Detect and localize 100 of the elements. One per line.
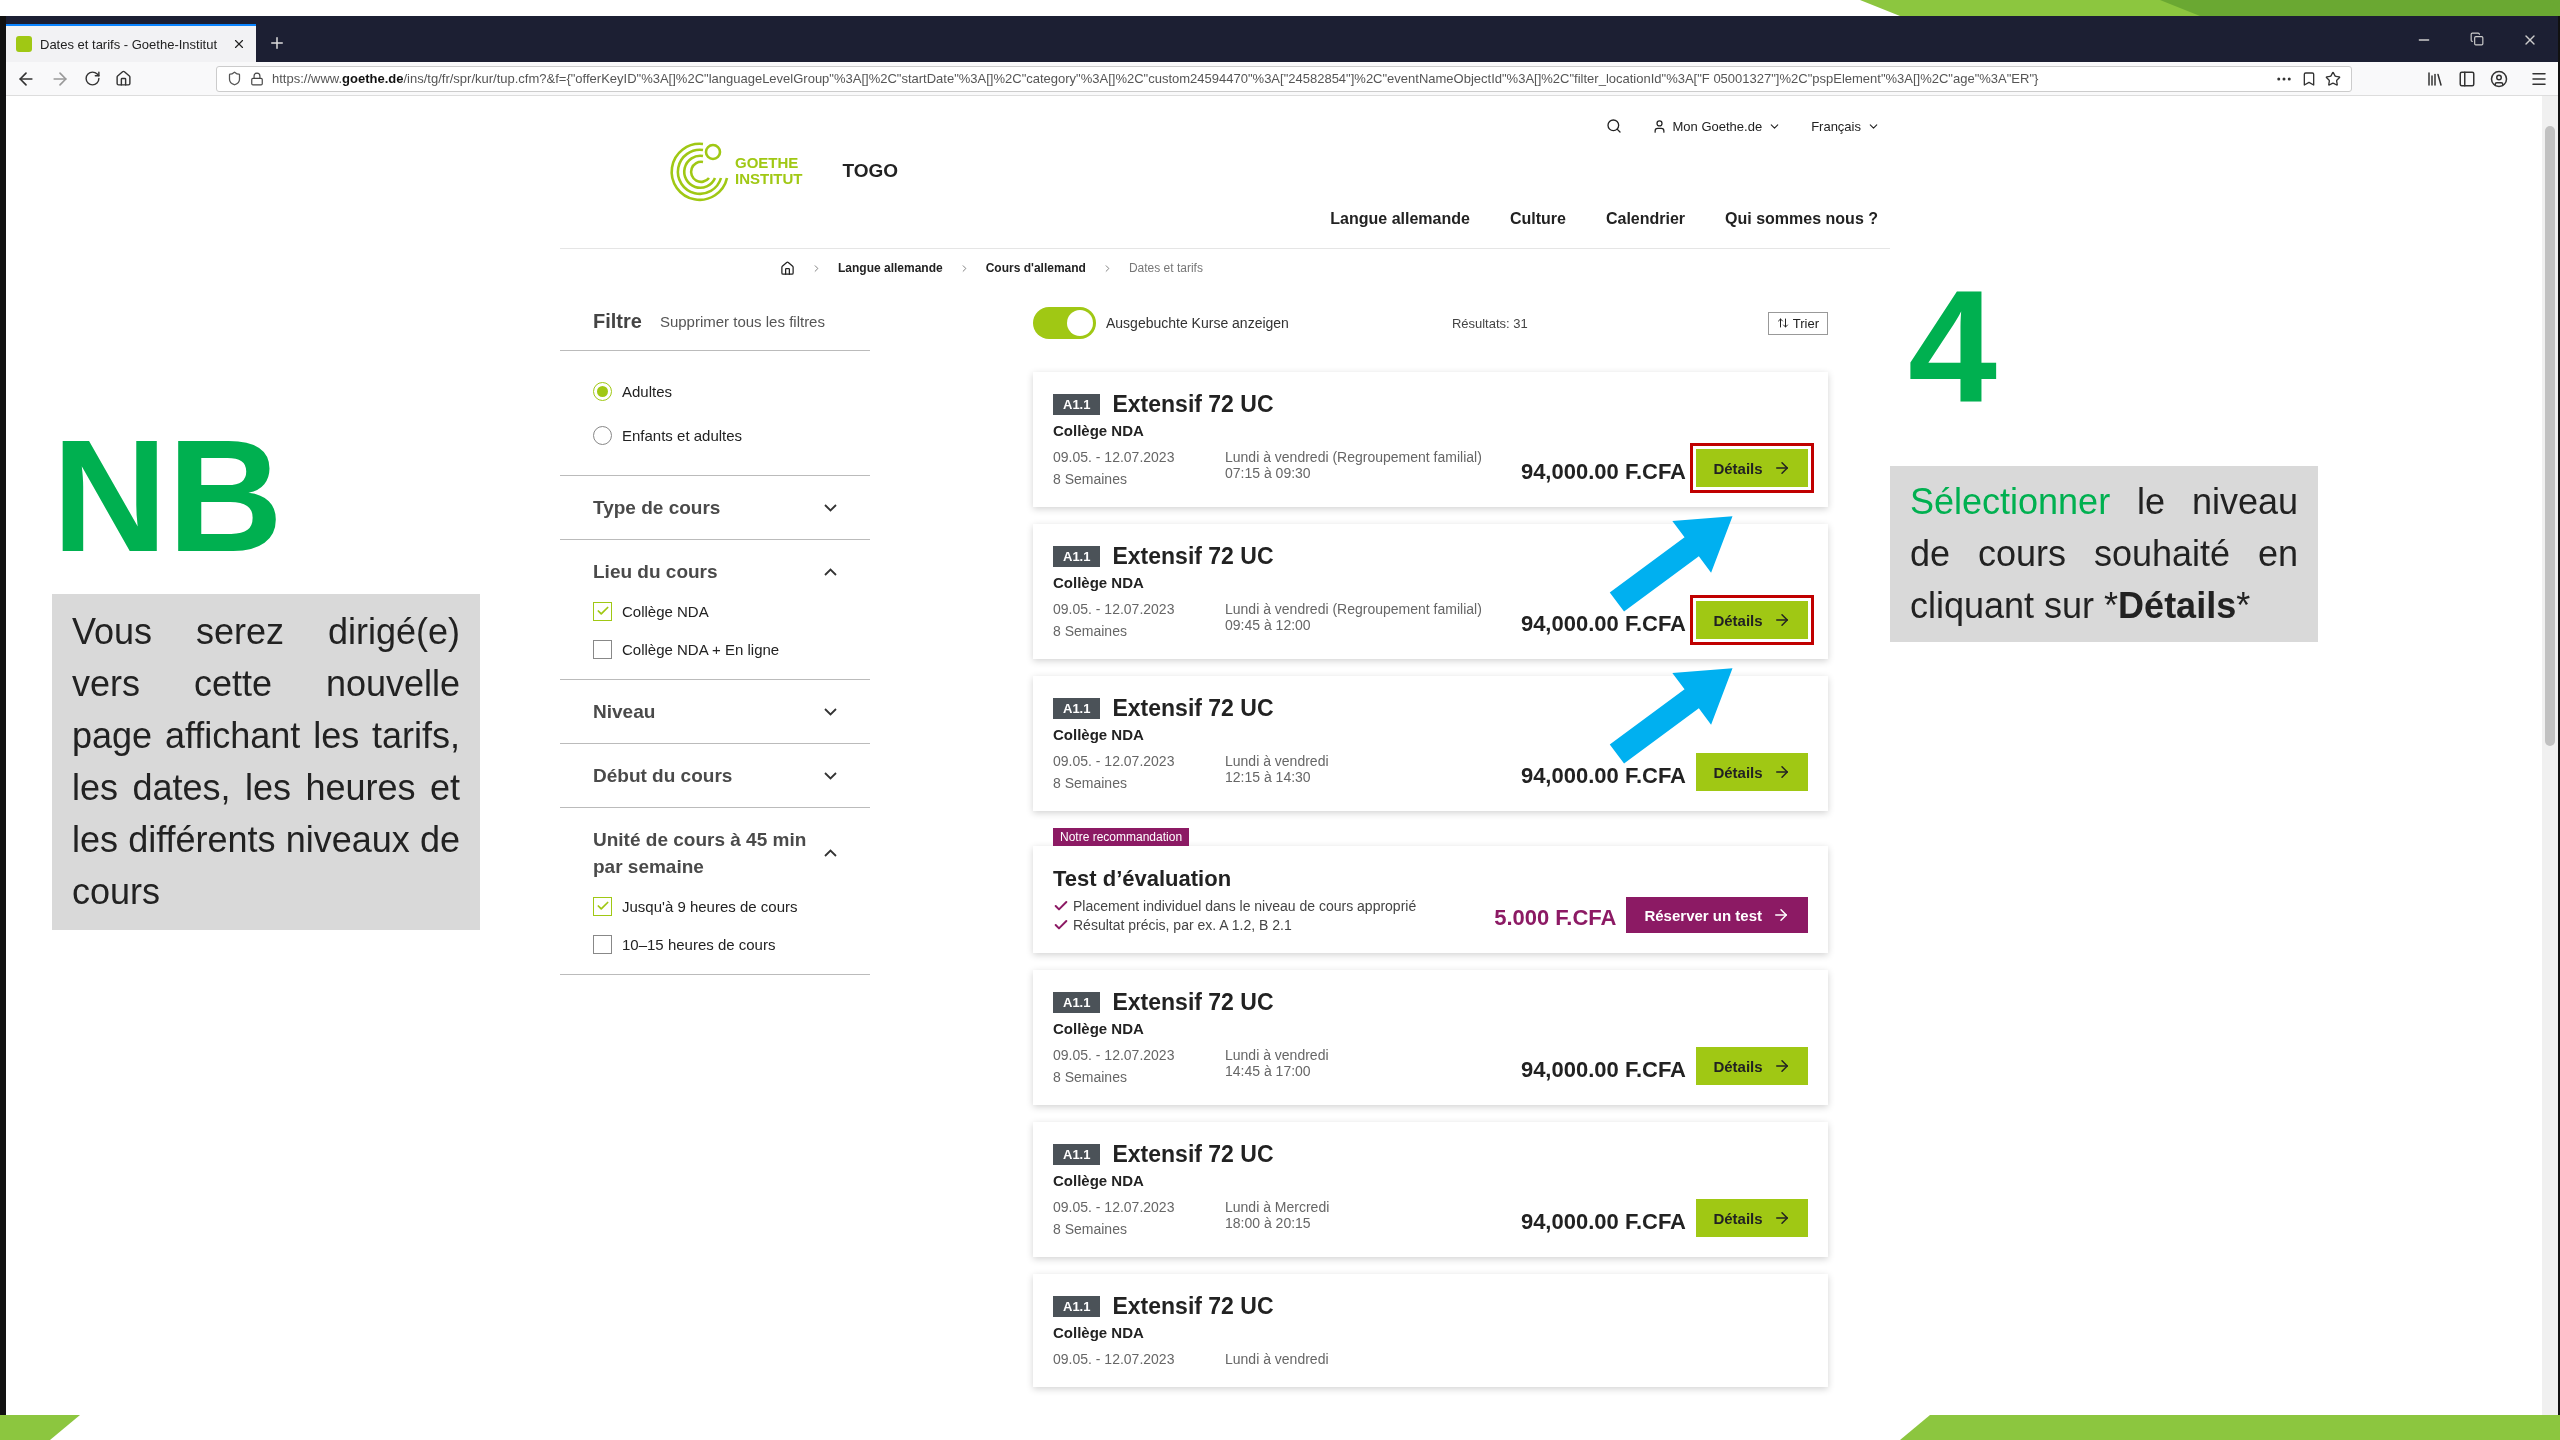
- test-title: Test d’évaluation: [1053, 866, 1232, 892]
- shield-icon: [227, 71, 242, 86]
- course-days: Lundi à vendredi: [1225, 1351, 1329, 1367]
- course-time: 09:45 à 12:00: [1225, 617, 1311, 633]
- level-badge: A1.1: [1053, 1143, 1101, 1165]
- nav-link[interactable]: Langue allemande: [1330, 210, 1470, 234]
- sort-icon: [1776, 317, 1789, 329]
- test-benefit: Placement individuel dans le niveau de cours approprié: [1073, 898, 1417, 914]
- check-icon: [595, 899, 610, 913]
- close-icon[interactable]: [232, 37, 246, 51]
- restore-icon[interactable]: [2470, 32, 2484, 46]
- checkbox[interactable]: [593, 601, 612, 621]
- filter-section-header[interactable]: Début du cours: [560, 744, 870, 807]
- sort-button[interactable]: Trier: [1767, 311, 1828, 335]
- course-duration: 8 Semaines: [1053, 1069, 1127, 1085]
- course-title: Extensif 72 UC: [1112, 1140, 1274, 1168]
- breadcrumb-link[interactable]: Cours d'allemand: [985, 261, 1086, 275]
- checkbox-label: Collège NDA + En ligne: [622, 640, 780, 658]
- favicon-icon: [16, 36, 32, 52]
- course-dates: 09.05. - 12.07.2023: [1053, 1199, 1175, 1215]
- course-time: 12:15 à 14:30: [1225, 769, 1311, 785]
- level-badge: A1.1: [1053, 697, 1101, 719]
- book-test-button[interactable]: Réserver un test: [1626, 897, 1808, 933]
- test-benefit: Résultat précis, par ex. A 1.2, B 2.1: [1073, 917, 1292, 933]
- details-button[interactable]: Détails: [1696, 601, 1808, 639]
- course-dates: 09.05. - 12.07.2023: [1053, 601, 1175, 617]
- course-duration: 8 Semaines: [1053, 1221, 1127, 1237]
- filter-section-header[interactable]: Lieu du cours: [560, 540, 870, 603]
- site-country: TOGO: [842, 160, 899, 182]
- new-tab-icon[interactable]: [268, 34, 286, 52]
- course-location: Collège NDA: [1053, 1020, 1144, 1037]
- home-icon[interactable]: [115, 70, 132, 87]
- nav-link[interactable]: Qui sommes nous ?: [1725, 210, 1878, 234]
- course-dates: 09.05. - 12.07.2023: [1053, 1047, 1175, 1063]
- results-count: Résultats: 31: [1451, 315, 1528, 331]
- language-menu[interactable]: Français: [1811, 118, 1880, 134]
- test-price: 5.000 F.CFA: [1494, 905, 1617, 931]
- recommendation-tag: Notre recommandation: [1053, 828, 1190, 846]
- course-title: Extensif 72 UC: [1112, 694, 1274, 722]
- nav-link[interactable]: Culture: [1509, 210, 1566, 234]
- course-location: Collège NDA: [1053, 726, 1144, 743]
- radio-label: Adultes: [622, 382, 673, 400]
- library-icon[interactable]: [2426, 69, 2444, 88]
- course-price: 94,000.00 F.CFA: [1520, 459, 1686, 485]
- course-days: Lundi à vendredi: [1225, 753, 1329, 769]
- course-dates: 09.05. - 12.07.2023: [1053, 1351, 1175, 1367]
- filter-section-header[interactable]: Niveau: [560, 680, 870, 743]
- level-badge: A1.1: [1053, 545, 1101, 567]
- details-button[interactable]: Détails: [1696, 1199, 1808, 1237]
- checkbox[interactable]: [593, 934, 612, 954]
- level-badge: A1.1: [1053, 393, 1101, 415]
- course-duration: 8 Semaines: [1053, 775, 1127, 791]
- star-icon[interactable]: [2325, 70, 2341, 87]
- course-title: Extensif 72 UC: [1112, 542, 1274, 570]
- breadcrumb-link[interactable]: Dates et tarifs: [1128, 261, 1203, 275]
- course-days: Lundi à Mercredi: [1225, 1199, 1330, 1215]
- reload-icon[interactable]: [84, 70, 101, 87]
- address-bar[interactable]: [216, 65, 2352, 92]
- filter-section-header[interactable]: Type de cours: [560, 476, 870, 539]
- course-title: Extensif 72 UC: [1112, 1292, 1274, 1320]
- course-days: Lundi à vendredi (Regroupement familial): [1225, 449, 1482, 465]
- check-icon: [595, 604, 610, 618]
- instruction-text: Sélectionner le niveau de cours souhaité en cliquant sur *Détails*: [1890, 466, 2318, 642]
- note-heading: NB: [52, 416, 284, 576]
- lock-icon: [250, 71, 264, 86]
- level-badge: A1.1: [1053, 991, 1101, 1013]
- account-menu[interactable]: Mon Goethe.de: [1651, 118, 1782, 134]
- course-time: 07:15 à 09:30: [1225, 465, 1311, 481]
- search-icon[interactable]: [1605, 118, 1622, 134]
- step-number: 4: [1908, 266, 1997, 426]
- course-title: Extensif 72 UC: [1112, 988, 1274, 1016]
- home-icon[interactable]: [780, 260, 795, 276]
- clear-filters-link[interactable]: Supprimer tous les filtres: [659, 313, 825, 330]
- course-time: 18:00 à 20:15: [1225, 1215, 1311, 1231]
- course-duration: 8 Semaines: [1053, 471, 1127, 487]
- course-duration: 8 Semaines: [1053, 623, 1127, 639]
- course-location: Collège NDA: [1053, 1172, 1144, 1189]
- course-price: 94,000.00 F.CFA: [1520, 611, 1686, 637]
- level-badge: A1.1: [1053, 1295, 1101, 1317]
- details-button[interactable]: Détails: [1696, 753, 1808, 791]
- checkbox[interactable]: [593, 896, 612, 916]
- details-button[interactable]: Détails: [1696, 449, 1808, 487]
- chevron-down-icon: [824, 503, 837, 512]
- arrow-right-icon: [1772, 906, 1790, 924]
- nav-link[interactable]: Calendrier: [1605, 210, 1686, 234]
- toggle-label: Ausgebuchte Kurse anzeigen: [1106, 315, 1289, 331]
- url-text: https://www.goethe.de/ins/tg/fr/spr/kur/tup.cfm?&f={"offerKeyID"%3A[]%2C"languageLevelGroup"%3A[]%2C"startDate"%3A[]%2C"category"%3A[]%2C"custom24594470"%3A["24582854"]%2C"eventNameObjectId"%3A[]%2C"filter_locationId"%3A["F 05001327"]%2C"pspElement"%3A[]%2C"age"%3A"ER"}: [272, 71, 2040, 86]
- course-title: Extensif 72 UC: [1112, 390, 1274, 418]
- breadcrumb-link[interactable]: Langue allemande: [838, 261, 943, 275]
- toggle-switch[interactable]: [1033, 307, 1096, 339]
- filter-section-header[interactable]: Unité de cours à 45 min par semaine: [560, 808, 870, 898]
- account-icon[interactable]: [2490, 69, 2508, 88]
- browser-tab[interactable]: Dates et tarifs - Goethe-Institut: [6, 24, 256, 62]
- scrollbar[interactable]: [2542, 96, 2558, 1415]
- checkbox-label: Collège NDA: [622, 602, 709, 620]
- tab-title: Dates et tarifs - Goethe-Institut: [40, 36, 219, 52]
- checkbox[interactable]: [593, 639, 612, 659]
- sidebar-icon[interactable]: [2458, 69, 2476, 88]
- details-button[interactable]: Détails: [1696, 1047, 1808, 1085]
- bookmark-icon[interactable]: [2301, 70, 2317, 87]
